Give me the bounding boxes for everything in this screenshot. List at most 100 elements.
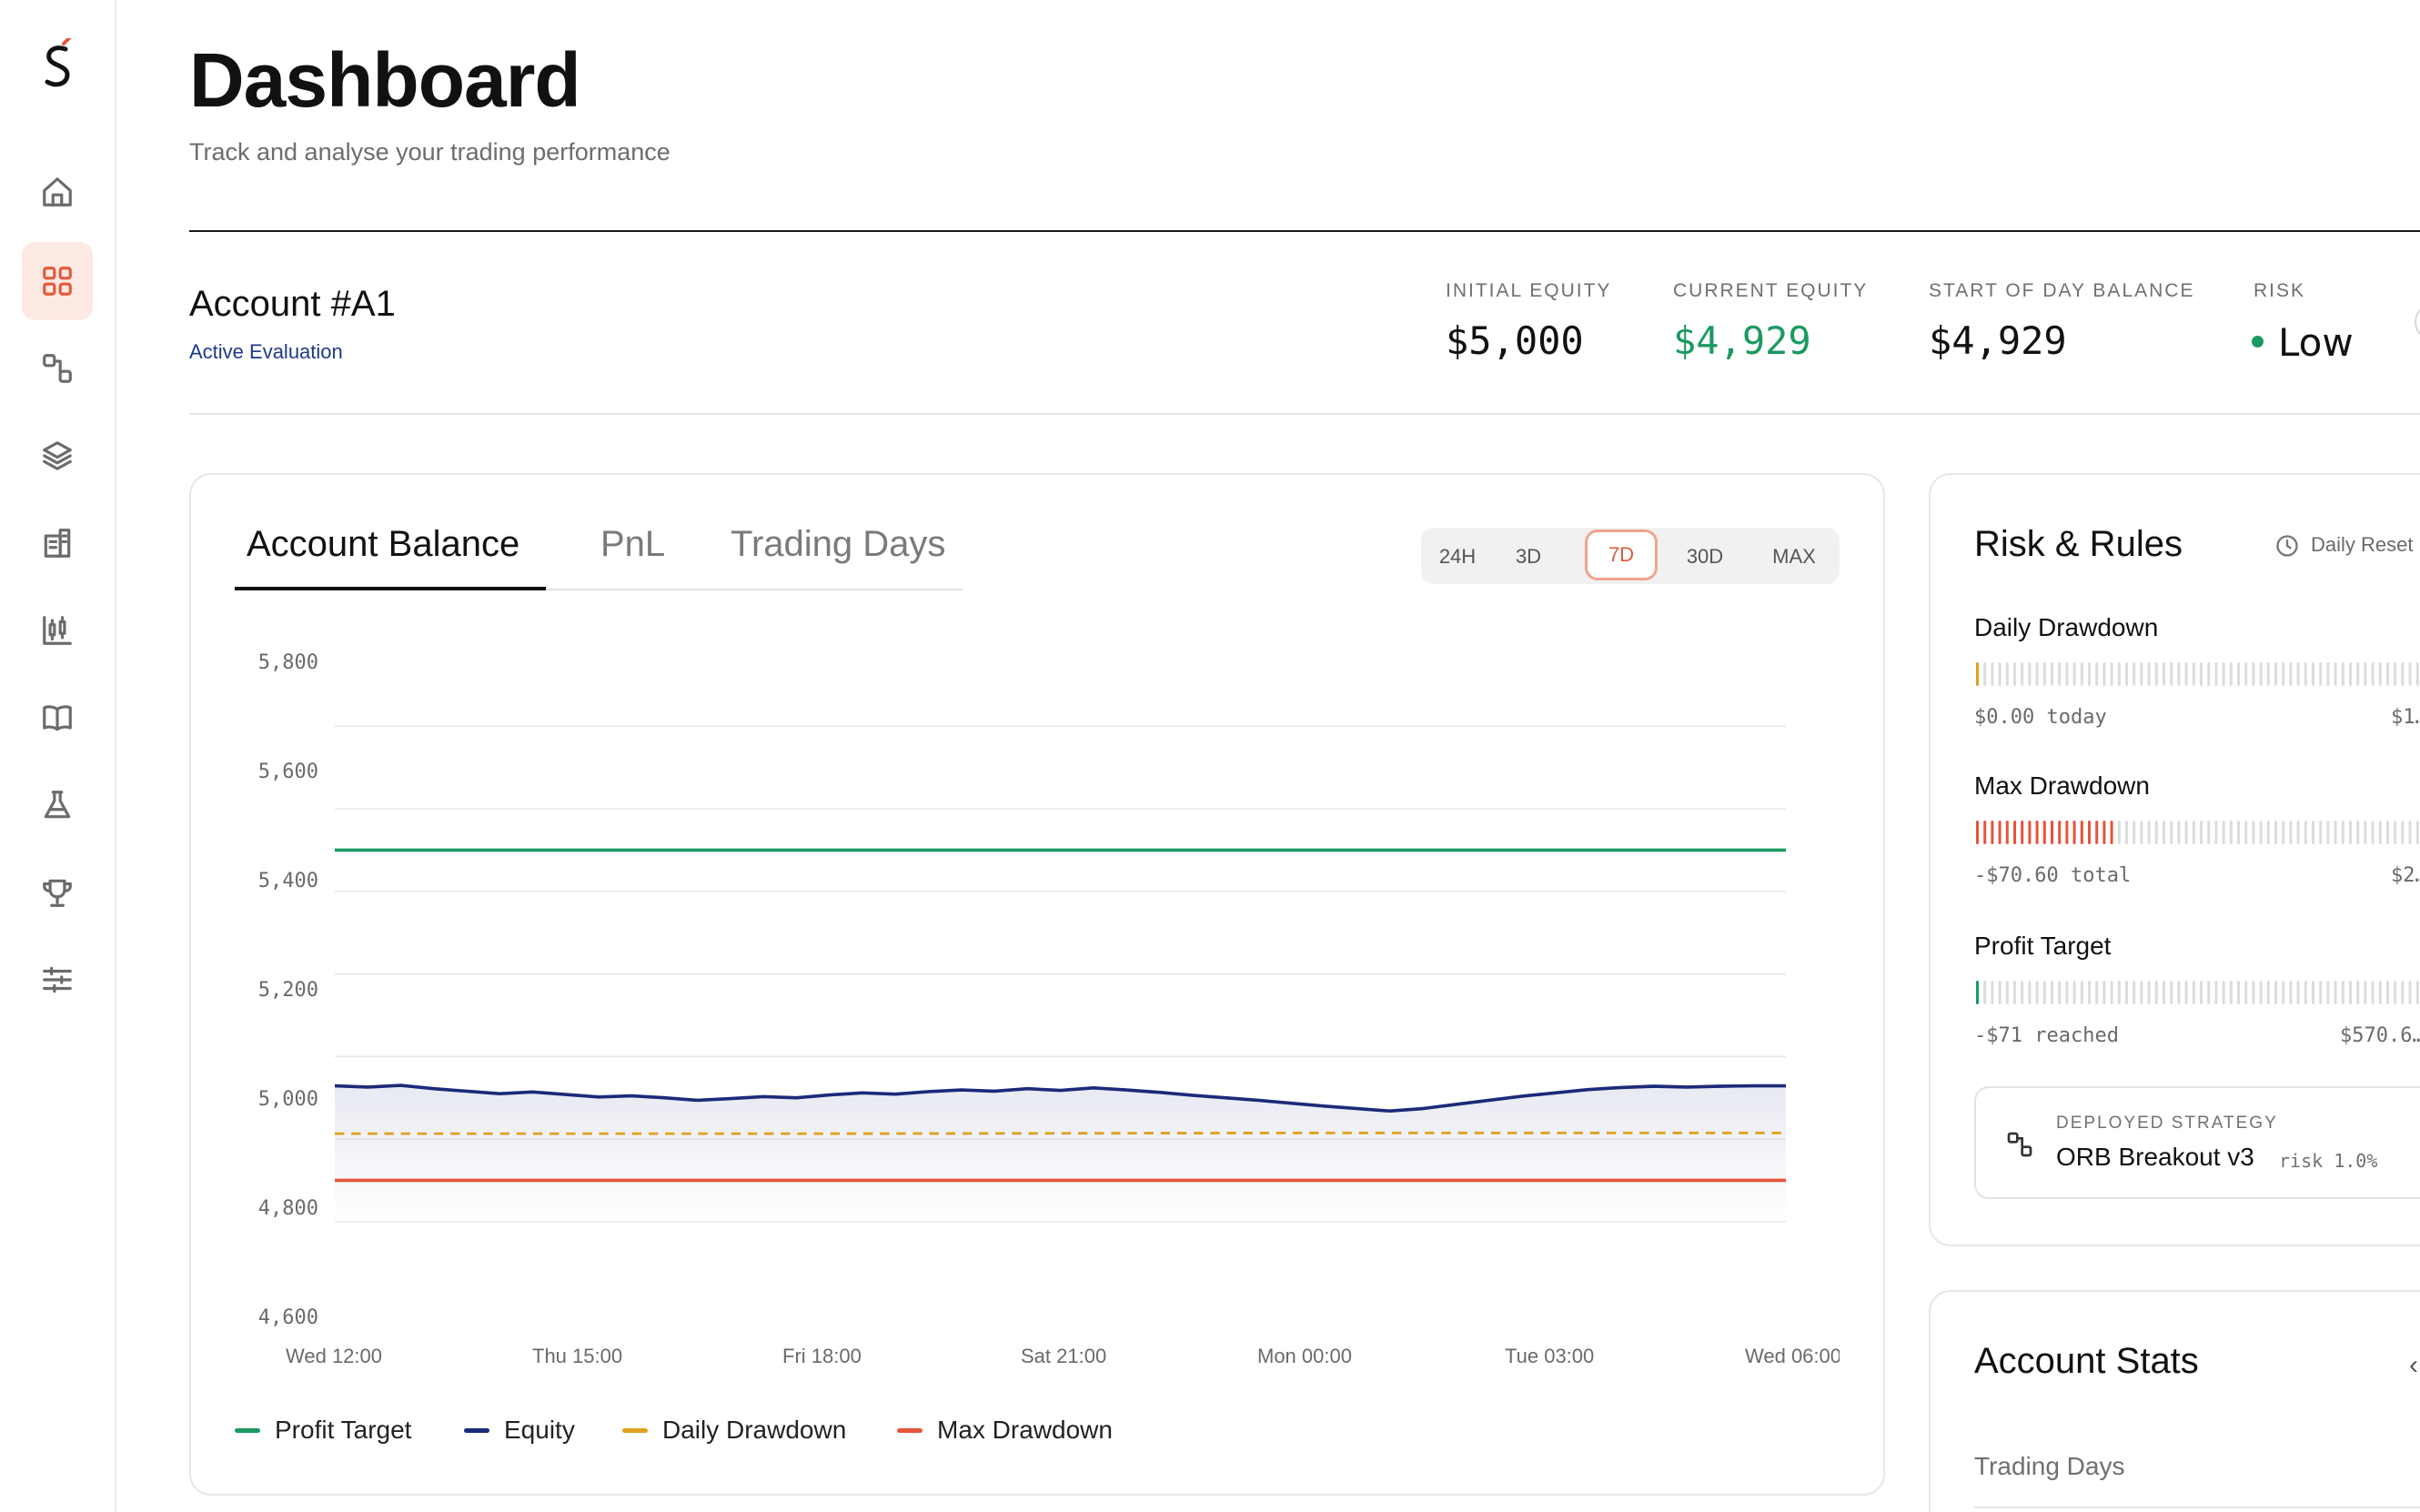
legend-profit-target[interactable]: Profit Target — [235, 1416, 411, 1445]
meter-tick-empty — [2259, 662, 2263, 686]
meter-tick-empty — [2200, 662, 2203, 686]
app-logo[interactable] — [36, 38, 80, 95]
sliders-icon — [43, 966, 72, 993]
meter-tick-empty — [2095, 662, 2099, 686]
meter-tick-filled — [2088, 821, 2091, 844]
meter-tick-empty — [2259, 821, 2263, 844]
sidebar-item-dashboard[interactable] — [22, 242, 93, 320]
meter-tick-empty — [2072, 662, 2076, 686]
strategy-nodes-icon — [2007, 1132, 2032, 1157]
meter-tick-empty — [2065, 981, 2069, 1004]
legend-max-drawdown[interactable]: Max Drawdown — [897, 1416, 1113, 1445]
meter-tick-empty — [2364, 981, 2367, 1004]
trading-days-stat-label: Trading Days — [1974, 1452, 2125, 1480]
range-30d-button[interactable]: 30D — [1679, 539, 1730, 575]
start-of-day-balance-label: START OF DAY BALANCE — [1929, 280, 2195, 301]
meter-tick-empty — [1991, 981, 1994, 1004]
meter-tick-empty — [2394, 662, 2397, 686]
meter-tick-empty — [2110, 662, 2113, 686]
meter-tick-empty — [1983, 662, 1987, 686]
meter-tick-empty — [2401, 662, 2405, 686]
meter-tick-empty — [2401, 981, 2405, 1004]
tab-account-balance[interactable]: Account Balance — [247, 524, 519, 565]
meter-tick-empty — [2289, 821, 2293, 844]
account-menu-button[interactable] — [2415, 304, 2420, 340]
meter-tick-filled — [1998, 821, 2002, 844]
page-title: Dashboard — [189, 37, 581, 123]
meter-tick-empty — [2364, 821, 2367, 844]
account-status[interactable]: Active Evaluation — [189, 340, 343, 364]
tab-trading-days[interactable]: Trading Days — [731, 524, 945, 565]
sidebar-item-home[interactable] — [22, 153, 93, 231]
legend-equity[interactable]: Equity — [464, 1416, 575, 1445]
legend-daily-drawdown[interactable]: Daily Drawdown — [622, 1416, 846, 1445]
meter-tick-empty — [2266, 821, 2270, 844]
account-name: Account #A1 — [189, 284, 396, 324]
meter-tick-empty — [2140, 662, 2143, 686]
meter-tick-empty — [2200, 981, 2203, 1004]
meter-tick-empty — [2013, 662, 2016, 686]
range-7d-button[interactable]: 7D — [1585, 529, 1658, 580]
meter-tick-filled — [1983, 821, 1987, 844]
initial-equity-value: $5,000 — [1446, 318, 1584, 363]
meter-tick-empty — [2415, 821, 2419, 844]
meter-tick-empty — [2072, 981, 2076, 1004]
sidebar-item-strategies[interactable] — [22, 329, 93, 408]
initial-equity-label: INITIAL EQUITY — [1446, 280, 1612, 301]
x-tick-label: Wed 12:00 — [286, 1345, 383, 1367]
meter-tick-empty — [2289, 981, 2293, 1004]
active-tab-indicator — [235, 587, 546, 590]
current-equity-value: $4,929 — [1673, 318, 1811, 363]
chevron-left-icon[interactable]: ‹ — [2409, 1350, 2418, 1381]
meter-tick-empty — [2326, 662, 2330, 686]
meter-tick-empty — [2378, 981, 2382, 1004]
y-tick-label: 5,600 — [257, 761, 318, 783]
meter-tick-empty — [2095, 981, 2099, 1004]
sidebar-item-analytics[interactable] — [22, 591, 93, 670]
sidebar-item-competitions[interactable] — [22, 853, 93, 932]
meter-tick-empty — [2147, 821, 2151, 844]
meter-tick-empty — [2282, 821, 2285, 844]
legend-label: Profit Target — [275, 1416, 412, 1444]
meter-tick-empty — [2058, 662, 2062, 686]
meter-tick-filled — [2102, 821, 2106, 844]
meter-tick-empty — [2266, 662, 2270, 686]
meter-tick-empty — [2080, 981, 2083, 1004]
meter-tick-empty — [2110, 981, 2113, 1004]
meter-tick-empty — [1998, 981, 2002, 1004]
meter-tick-empty — [2252, 981, 2255, 1004]
y-tick-label: 5,800 — [257, 651, 318, 674]
sidebar-item-settings[interactable] — [22, 941, 93, 1019]
meter-tick-empty — [2334, 821, 2337, 844]
meter-tick-empty — [2378, 821, 2382, 844]
x-tick-label: Thu 15:00 — [532, 1345, 623, 1367]
range-24h-button[interactable]: 24H — [1432, 539, 1483, 575]
x-tick-label: Fri 18:00 — [782, 1345, 862, 1367]
range-3d-button[interactable]: 3D — [1508, 539, 1548, 575]
meter-tick-empty — [2088, 981, 2091, 1004]
meter-tick-empty — [2415, 981, 2419, 1004]
sidebar-item-accounts[interactable] — [22, 504, 93, 582]
meter-tick-empty — [2051, 662, 2053, 686]
meter-tick-empty — [2207, 821, 2211, 844]
legend-swatch — [235, 1427, 260, 1433]
tab-pnl[interactable]: PnL — [600, 524, 665, 565]
meter-tick-filled — [1991, 821, 1994, 844]
profit-target-limit: $570.6… — [2340, 1024, 2420, 1047]
meter-tick-empty — [2200, 821, 2203, 844]
max-drawdown-label: Max Drawdown — [1974, 771, 2150, 800]
meter-tick-empty — [2133, 662, 2136, 686]
meter-tick-empty — [2319, 981, 2323, 1004]
sidebar-item-layers[interactable] — [22, 417, 93, 495]
meter-tick-empty — [2371, 981, 2375, 1004]
meter-tick-empty — [2088, 662, 2091, 686]
meter-tick-filled — [2051, 821, 2053, 844]
meter-tick-empty — [2214, 821, 2218, 844]
meter-tick-empty — [2408, 662, 2412, 686]
range-max-button[interactable]: MAX — [1767, 539, 1821, 575]
sidebar-item-journal[interactable] — [22, 679, 93, 757]
sidebar-item-lab[interactable] — [22, 766, 93, 844]
legend-swatch — [622, 1427, 648, 1433]
equity-area — [335, 1085, 1787, 1222]
trophy-icon — [43, 879, 72, 907]
